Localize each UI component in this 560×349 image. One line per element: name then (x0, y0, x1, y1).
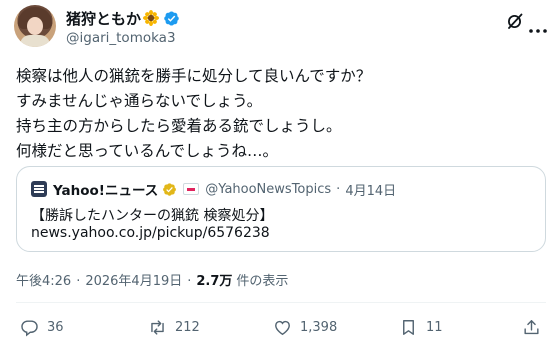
verified-badge-icon[interactable] (163, 10, 180, 27)
quoted-separator: · (336, 181, 341, 197)
bookmark-count: 11 (426, 319, 443, 335)
avatar[interactable] (14, 5, 56, 47)
post-meta: 午後4:26 · 2026年4月19日 · 2.7万 件の表示 (16, 270, 288, 289)
quoted-source-name[interactable]: Yahoo!ニュース (53, 179, 158, 199)
bookmark-button[interactable]: 11 (399, 316, 443, 338)
like-count: 1,398 (300, 319, 338, 335)
divider (16, 302, 546, 303)
affiliate-badge-icon[interactable] (183, 183, 200, 195)
quoted-post-header: Yahoo!ニュース @YahooNewsTopics · 4月14日 (31, 179, 396, 199)
tweet-line: 持ち主の方からしたら愛着ある銃でしょうし。 (16, 117, 342, 135)
author-handle[interactable]: @igari_tomoka3 (66, 30, 176, 46)
views-label: 件の表示 (236, 274, 289, 289)
quoted-post-card[interactable]: Yahoo!ニュース @YahooNewsTopics · 4月14日 【勝訴し… (16, 166, 546, 252)
author-name-row: 猪狩ともか (66, 8, 180, 28)
yahoo-news-avatar[interactable] (31, 181, 47, 197)
heart-icon (275, 320, 290, 335)
grok-icon[interactable] (506, 12, 524, 30)
repost-count: 212 (175, 319, 200, 335)
post-time[interactable]: 午後4:26 (16, 270, 71, 289)
action-bar: 36 212 1,398 11 (0, 316, 560, 338)
like-button[interactable]: 1,398 (273, 316, 337, 338)
meta-separator: · (187, 274, 192, 289)
tweet-line: 何様だと思っているんでしょうね…。 (16, 142, 278, 160)
tweet-text: 検察は他人の猟銃を勝手に処分して良いんですか？ すみませんじゃ通らないでしょう。… (16, 64, 546, 164)
reply-count: 36 (47, 319, 64, 335)
quoted-link[interactable]: news.yahoo.co.jp/pickup/6576238 (31, 225, 270, 241)
sunflower-icon (143, 10, 160, 26)
tweet-line: すみませんじゃ通らないでしょう。 (16, 92, 263, 110)
share-button[interactable] (522, 316, 541, 338)
reply-button[interactable]: 36 (20, 316, 64, 338)
post-date[interactable]: 2026年4月19日 (85, 270, 182, 289)
reply-icon (21, 319, 38, 336)
quoted-title: 【勝訴したハンターの猟銃 検察処分】 (31, 208, 274, 224)
more-options-icon[interactable] (528, 19, 548, 33)
views-count[interactable]: 2.7万 (196, 270, 232, 289)
verified-gold-badge-icon[interactable] (162, 182, 177, 197)
quoted-handle[interactable]: @YahooNewsTopics (205, 182, 331, 197)
share-icon (524, 319, 539, 334)
quoted-date[interactable]: 4月14日 (345, 180, 396, 199)
repost-icon (151, 319, 164, 335)
meta-separator: · (76, 274, 81, 289)
tweet-line: 検察は他人の猟銃を勝手に処分して良いんですか？ (16, 67, 372, 85)
repost-button[interactable]: 212 (148, 316, 200, 338)
author-display-name[interactable]: 猪狩ともか (66, 8, 141, 29)
bookmark-icon (403, 319, 414, 335)
